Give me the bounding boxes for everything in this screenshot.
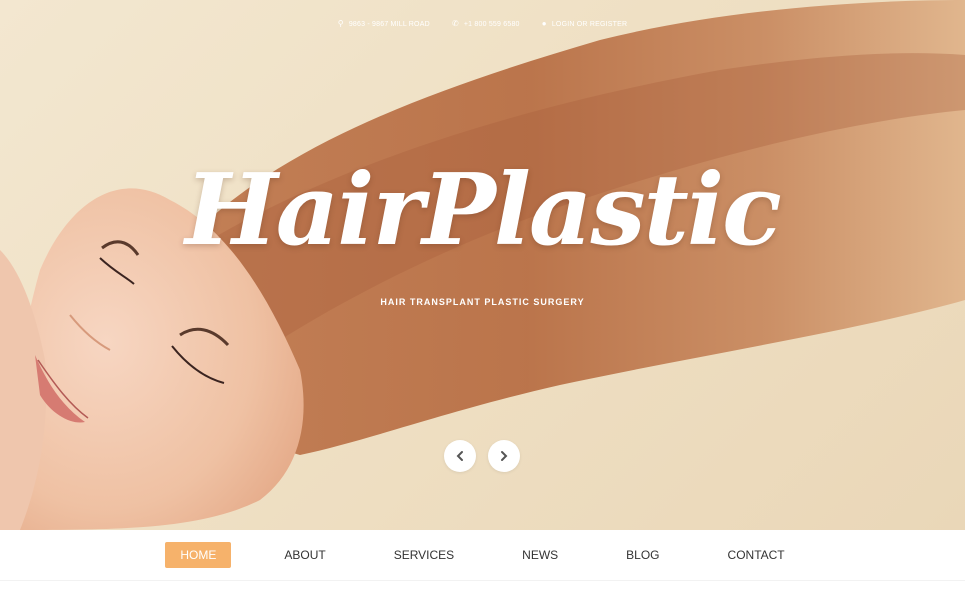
- phone-item: ✆ +1 800 559 6580: [452, 20, 520, 28]
- nav-home[interactable]: HOME: [165, 542, 232, 568]
- nav-services[interactable]: SERVICES: [379, 542, 469, 568]
- site-logo[interactable]: HairPlastic: [0, 162, 965, 260]
- login-link[interactable]: ● LOGIN OR REGISTER: [542, 20, 627, 28]
- address-item: ⚲ 9863 - 9867 MILL ROAD: [338, 20, 430, 28]
- nav-blog[interactable]: BLOG: [611, 542, 674, 568]
- hero-banner: ⚲ 9863 - 9867 MILL ROAD ✆ +1 800 559 658…: [0, 0, 965, 530]
- footer-strip: [0, 580, 965, 598]
- prev-slide-button[interactable]: [444, 440, 476, 472]
- nav-news[interactable]: NEWS: [507, 542, 573, 568]
- chevron-right-icon: [501, 451, 508, 461]
- chevron-left-icon: [456, 451, 463, 461]
- phone-text: +1 800 559 6580: [463, 20, 520, 28]
- user-icon: ●: [541, 19, 547, 28]
- map-pin-icon: ⚲: [337, 19, 344, 28]
- nav-about[interactable]: ABOUT: [269, 542, 340, 568]
- main-navigation: HOME ABOUT SERVICES NEWS BLOG CONTACT: [0, 530, 965, 580]
- site-tagline: HAIR TRANSPLANT PLASTIC SURGERY: [380, 297, 585, 307]
- next-slide-button[interactable]: [488, 440, 520, 472]
- slider-controls: [444, 440, 520, 472]
- nav-contact[interactable]: CONTACT: [713, 542, 800, 568]
- login-text[interactable]: LOGIN OR REGISTER: [552, 21, 627, 28]
- address-text: 9863 - 9867 MILL ROAD: [348, 20, 430, 28]
- phone-icon: ✆: [451, 19, 459, 28]
- top-info-bar: ⚲ 9863 - 9867 MILL ROAD ✆ +1 800 559 658…: [0, 20, 965, 28]
